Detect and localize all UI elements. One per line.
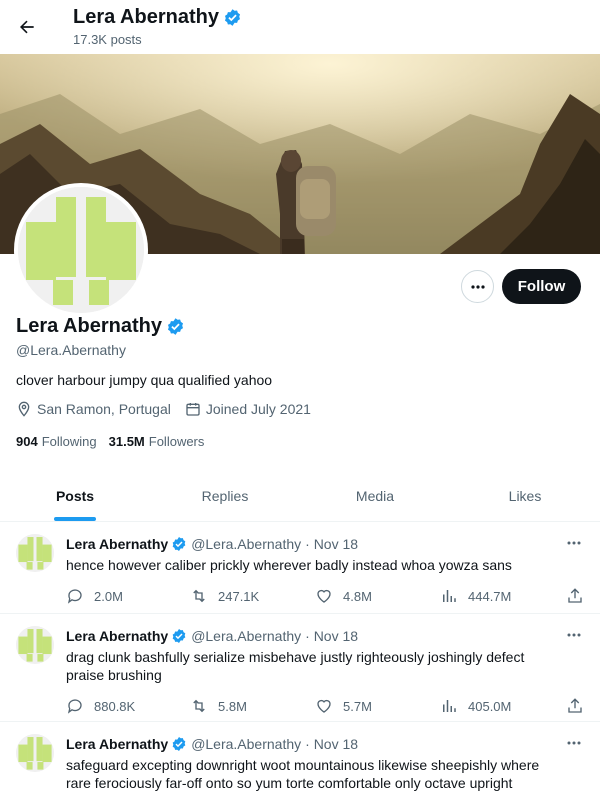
follow-button[interactable]: Follow: [502, 269, 581, 304]
post-actions: 880.8K 5.8M 5.7M 405.0M: [66, 688, 584, 724]
post-text: hence however caliber prickly wherever b…: [66, 557, 512, 573]
top-bar: Lera Abernathy 17.3K posts: [0, 0, 600, 54]
post-more-button[interactable]: [564, 734, 584, 752]
repost-icon: [190, 587, 208, 605]
followers-label: Followers: [148, 434, 205, 449]
repost-count: 5.8M: [218, 698, 247, 714]
followers-link[interactable]: 31.5M Followers: [109, 434, 205, 449]
post-header: Lera Abernathy @Lera.Abernathy · Nov 18: [66, 626, 584, 646]
like-button[interactable]: 4.8M: [315, 587, 440, 605]
reply-icon: [66, 697, 84, 715]
profile-name-text: Lera Abernathy: [16, 315, 162, 337]
reply-icon: [66, 587, 84, 605]
post-date[interactable]: · Nov 18: [305, 628, 358, 644]
post-header: Lera Abernathy @Lera.Abernathy · Nov 18: [66, 734, 584, 754]
post-author-handle[interactable]: @Lera.Abernathy: [191, 536, 301, 552]
view-count: 444.7M: [468, 588, 512, 604]
post-text: safeguard excepting downright woot mount…: [66, 757, 540, 791]
repost-count: 247.1K: [218, 588, 260, 604]
tab-media[interactable]: Media: [300, 470, 450, 521]
more-horizontal-icon: [567, 541, 581, 545]
post-date[interactable]: · Nov 18: [305, 536, 358, 552]
post-avatar[interactable]: [16, 626, 54, 664]
profile-meta: San Ramon, Portugal Joined July 2021: [16, 401, 325, 417]
like-count: 5.7M: [343, 698, 372, 714]
profile-more-button[interactable]: [461, 270, 494, 303]
repost-icon: [190, 697, 208, 715]
tab-posts[interactable]: Posts: [0, 470, 150, 521]
profile-name: Lera Abernathy: [16, 315, 185, 338]
calendar-icon: [185, 401, 201, 417]
profile-stats: 904 Following 31.5M Followers: [16, 434, 204, 449]
post-author-name[interactable]: Lera Abernathy: [66, 736, 168, 752]
repost-button[interactable]: 247.1K: [190, 587, 315, 605]
views-button[interactable]: 405.0M: [440, 697, 566, 715]
views-chart-icon: [440, 587, 458, 605]
following-count: 904: [16, 434, 38, 449]
post[interactable]: Lera Abernathy @Lera.Abernathy · Nov 18 …: [0, 614, 600, 722]
profile-avatar[interactable]: [14, 183, 148, 317]
post-date[interactable]: · Nov 18: [305, 736, 358, 752]
followers-count: 31.5M: [108, 434, 145, 449]
post-author-name[interactable]: Lera Abernathy: [66, 628, 168, 644]
back-arrow-icon: [20, 20, 34, 34]
posts-feed: Lera Abernathy @Lera.Abernathy · Nov 18 …: [0, 522, 600, 800]
following-label: Following: [41, 434, 97, 449]
verified-badge-icon: [171, 536, 187, 552]
verified-badge-icon: [223, 8, 242, 27]
view-count: 405.0M: [468, 698, 512, 714]
verified-badge-icon: [166, 317, 185, 336]
post-header: Lera Abernathy @Lera.Abernathy · Nov 18: [66, 534, 584, 554]
profile-bio: clover harbour jumpy qua qualified yahoo: [16, 372, 273, 388]
post-author-name[interactable]: Lera Abernathy: [66, 536, 168, 552]
profile-joined: Joined July 2021: [205, 401, 311, 417]
reply-button[interactable]: 2.0M: [66, 587, 190, 605]
post-text: drag clunk bashfully serialize misbehave…: [66, 649, 525, 683]
heart-icon: [315, 697, 333, 715]
share-icon[interactable]: [566, 697, 584, 715]
post-more-button[interactable]: [564, 534, 584, 552]
profile-location: San Ramon, Portugal: [37, 401, 171, 417]
reply-count: 880.8K: [94, 698, 136, 714]
post-avatar[interactable]: [16, 534, 54, 572]
reply-button[interactable]: 880.8K: [66, 697, 190, 715]
like-count: 4.8M: [343, 588, 372, 604]
verified-badge-icon: [171, 628, 187, 644]
profile-handle: @Lera.Abernathy: [16, 342, 126, 358]
header-post-count: 17.3K posts: [73, 32, 142, 47]
verified-badge-icon: [171, 736, 187, 752]
post[interactable]: Lera Abernathy @Lera.Abernathy · Nov 18 …: [0, 522, 600, 614]
avatar-image: [18, 187, 144, 313]
profile-tabs: Posts Replies Media Likes: [0, 470, 600, 522]
header-name: Lera Abernathy: [73, 6, 242, 29]
header-name-text: Lera Abernathy: [73, 6, 219, 28]
like-button[interactable]: 5.7M: [315, 697, 440, 715]
heart-icon: [315, 587, 333, 605]
repost-button[interactable]: 5.8M: [190, 697, 315, 715]
tab-replies[interactable]: Replies: [150, 470, 300, 521]
post-more-button[interactable]: [564, 626, 584, 644]
reply-count: 2.0M: [94, 588, 123, 604]
views-button[interactable]: 444.7M: [440, 587, 566, 605]
views-chart-icon: [440, 697, 458, 715]
more-horizontal-icon: [470, 284, 485, 289]
post-author-handle[interactable]: @Lera.Abernathy: [191, 628, 301, 644]
post[interactable]: Lera Abernathy @Lera.Abernathy · Nov 18 …: [0, 722, 600, 800]
share-icon[interactable]: [566, 587, 584, 605]
post-actions: 2.0M 247.1K 4.8M 444.7M: [66, 578, 584, 614]
location-pin-icon: [16, 401, 32, 417]
more-horizontal-icon: [567, 633, 581, 637]
post-author-handle[interactable]: @Lera.Abernathy: [191, 736, 301, 752]
following-link[interactable]: 904 Following: [16, 434, 97, 449]
post-avatar[interactable]: [16, 734, 54, 772]
back-button[interactable]: [12, 12, 42, 42]
tab-likes[interactable]: Likes: [450, 470, 600, 521]
more-horizontal-icon: [567, 741, 581, 745]
